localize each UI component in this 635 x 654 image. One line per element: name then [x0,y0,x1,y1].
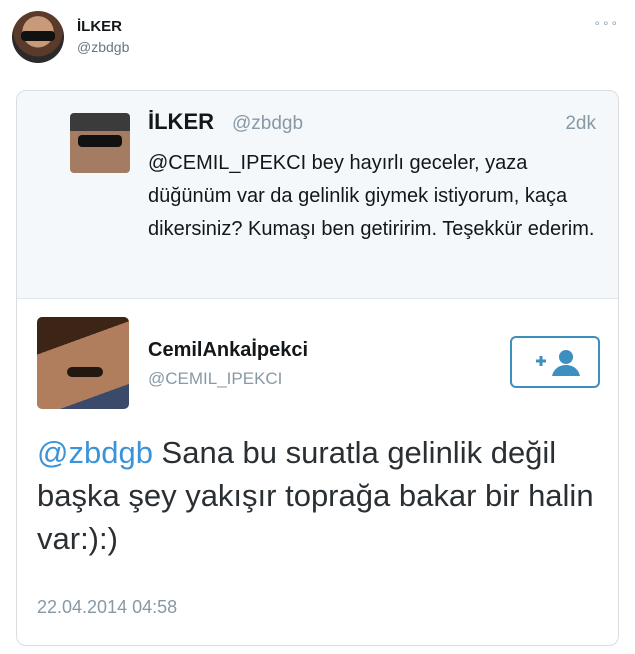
embedded-screenshot-card: İLKER @zbdgb 2dk @CEMIL_IPEKCI bey hayır… [16,90,619,646]
quoted-avatar[interactable] [70,113,130,173]
reply-tweet-text: @zbdgb Sana bu suratla gelinlik değil ba… [37,431,607,560]
more-options-icon[interactable]: ∘∘∘ [593,16,619,30]
follow-button[interactable] [510,336,600,388]
reply-author-name[interactable]: CemilAnkaİpekci [148,339,308,362]
quoted-tweet-text: @CEMIL_IPEKCI bey hayırlı geceler, yaza … [148,152,595,240]
author-handle[interactable]: @zbdgb [77,39,129,55]
tweet-header: İLKER @zbdgb ∘∘∘ [0,0,635,80]
quoted-author-name[interactable]: İLKER [148,109,214,135]
add-user-icon [536,350,580,376]
author-name[interactable]: İLKER [77,18,122,35]
reply-avatar[interactable] [37,317,129,409]
mustache-graphic [67,367,103,377]
quoted-tweet: İLKER @zbdgb 2dk @CEMIL_IPEKCI bey hayır… [17,91,618,299]
mention-link[interactable]: @zbdgb [37,435,153,470]
sunglasses-graphic [78,135,122,147]
avatar[interactable] [12,11,64,63]
sunglasses-graphic [21,31,55,41]
reply-timestamp: 22.04.2014 04:58 [37,597,178,617]
quoted-timestamp: 2dk [565,113,596,134]
reply-author-handle[interactable]: @CEMIL_IPEKCI [148,369,282,389]
quoted-author-handle[interactable]: @zbdgb [232,113,303,135]
